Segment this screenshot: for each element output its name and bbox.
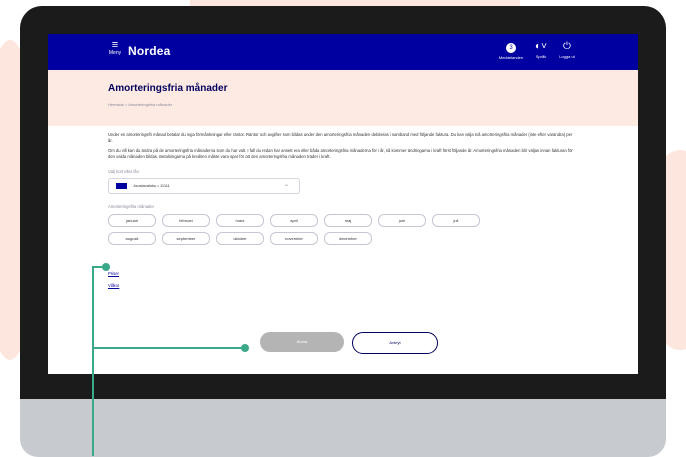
- card-icon: [116, 183, 127, 190]
- month-january[interactable]: januari: [108, 214, 156, 228]
- intro-paragraph: Under en amorteringsfri månad betalar du…: [108, 132, 573, 143]
- menu-label: Meny: [108, 50, 122, 56]
- power-icon: ⏻: [563, 41, 571, 52]
- chevron-down-icon: ⌄: [283, 182, 289, 189]
- cancel-button[interactable]: Avbryt: [352, 332, 438, 354]
- callout-line: [92, 347, 244, 349]
- breadcrumb[interactable]: Hemsida > Amorteringsfria månader: [108, 102, 578, 107]
- change-button[interactable]: Ändra: [260, 332, 344, 352]
- page-header: Amorteringsfria månader Hemsida > Amorte…: [48, 70, 638, 126]
- card-select-label: Välj kort eller lån: [108, 169, 139, 175]
- links-section: Priser Villkor: [108, 271, 578, 288]
- months-label: Amorteringsfria månader: [108, 204, 155, 210]
- hamburger-icon: ≡: [111, 39, 119, 51]
- logout-label: Logga ut: [559, 54, 575, 59]
- month-june[interactable]: juni: [378, 214, 426, 228]
- card-select-value: Joustavaluku • 11111: [133, 183, 170, 189]
- month-may[interactable]: maj: [324, 214, 372, 228]
- month-december[interactable]: december: [324, 232, 372, 246]
- callout-dot: [241, 344, 249, 352]
- month-august[interactable]: augusti: [108, 232, 156, 246]
- info-paragraph: Om du vill kan du ändra på de amortering…: [108, 148, 573, 159]
- menu-button[interactable]: ≡ Meny: [108, 39, 122, 57]
- month-february[interactable]: februari: [162, 214, 210, 228]
- month-march[interactable]: mars: [216, 214, 264, 228]
- month-july[interactable]: juli: [432, 214, 480, 228]
- laptop-base: [20, 399, 666, 457]
- globe-icon: ◐˅: [535, 41, 547, 52]
- messages-button[interactable]: 3 Meddelanden: [498, 42, 524, 60]
- top-navbar: ≡ Meny Nordea 3 Meddelanden ◐˅ Språk ⏻ L…: [48, 34, 638, 70]
- logout-button[interactable]: ⏻ Logga ut: [554, 41, 580, 60]
- callout-line: [92, 266, 94, 456]
- month-october[interactable]: oktober: [216, 232, 264, 246]
- language-button[interactable]: ◐˅ Språk: [528, 41, 554, 60]
- messages-label: Meddelanden: [498, 55, 524, 60]
- month-september[interactable]: september: [162, 232, 210, 246]
- prices-link[interactable]: Priser: [108, 271, 578, 276]
- terms-link[interactable]: Villkor: [108, 283, 578, 288]
- month-november[interactable]: november: [270, 232, 318, 246]
- card-select[interactable]: Joustavaluku • 11111 ⌄: [108, 178, 300, 195]
- brand-logo[interactable]: Nordea: [128, 44, 171, 58]
- month-selector: januari februari mars april maj juni jul…: [108, 214, 518, 246]
- message-count-badge: 3: [506, 43, 516, 53]
- main-content: Under en amorteringsfri månad betalar du…: [48, 126, 638, 288]
- page-title: Amorteringsfria månader: [108, 83, 228, 94]
- month-april[interactable]: april: [270, 214, 318, 228]
- callout-dot: [102, 263, 110, 271]
- language-label: Språk: [535, 54, 547, 59]
- laptop-screen: ≡ Meny Nordea 3 Meddelanden ◐˅ Språk ⏻ L…: [48, 34, 638, 374]
